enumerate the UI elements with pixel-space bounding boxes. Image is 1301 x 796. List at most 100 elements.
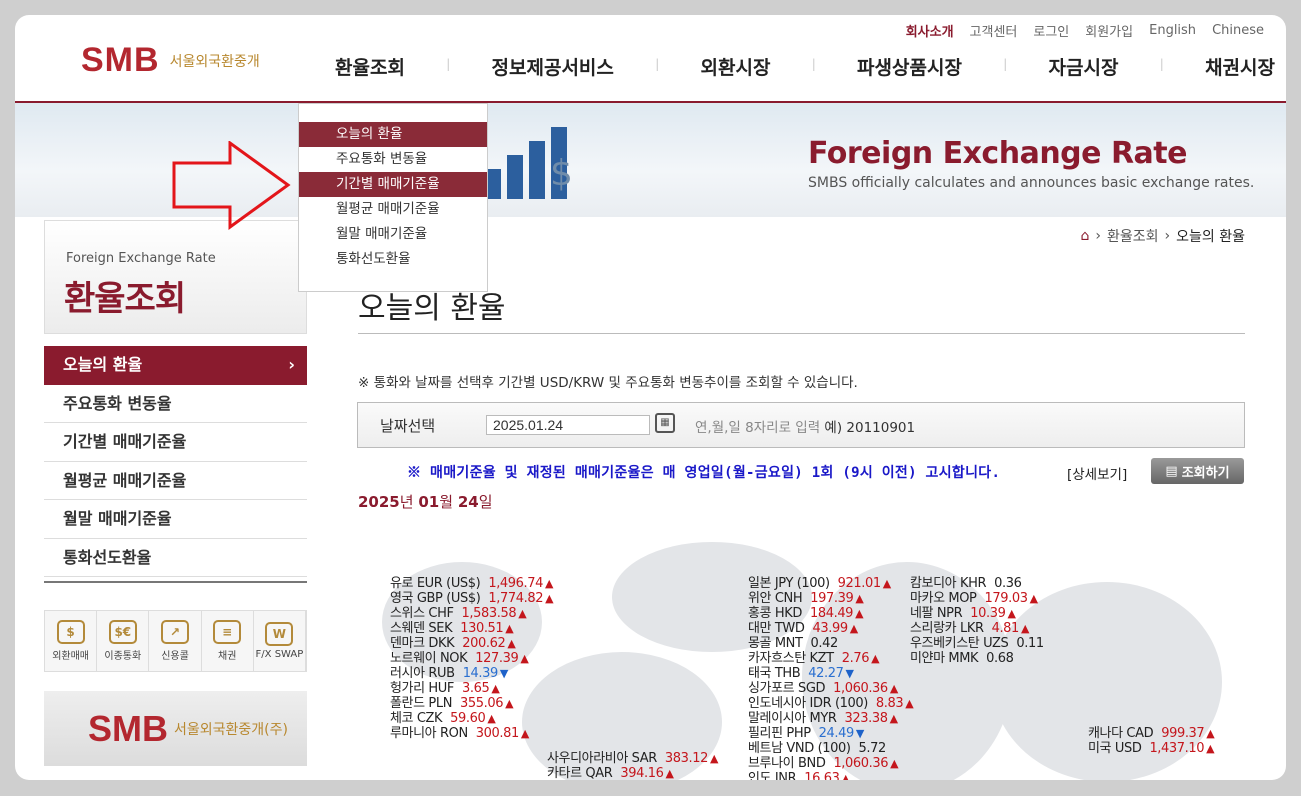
logo-mark: SMB <box>88 707 168 749</box>
detail-link[interactable]: [상세보기] <box>1067 463 1127 483</box>
sidebar-item-today-rate[interactable]: 오늘의 환율 › <box>44 346 307 385</box>
fx-trade-icon: $ <box>56 620 85 644</box>
quick-label: 이종통화 <box>104 651 142 662</box>
title-divider <box>358 333 1245 334</box>
rate-currency: 인도 INR <box>748 771 797 780</box>
dropdown-item-today-rate[interactable]: 오늘의 환율 <box>299 122 487 147</box>
triangle-up-icon: ▲ <box>1029 592 1038 605</box>
publication-rule: ※ 매매기준율 및 재정된 매매기준율은 매 영업일(월-금요일) 1회 (9시… <box>407 465 1001 481</box>
dollar-icon: $ <box>550 153 573 194</box>
util-english[interactable]: English <box>1149 23 1196 38</box>
cross-currency-icon: $€ <box>108 620 137 644</box>
util-customer-center[interactable]: 고객센터 <box>970 21 1018 40</box>
quick-fx-trade[interactable]: $ 외환매매 <box>45 611 98 671</box>
chart-icon: ↗ <box>161 620 189 644</box>
logo-subtitle: 서울외국환중개 <box>169 53 260 70</box>
global-nav: 환율조회 | 정보제공서비스 | 외환시장 | 파생상품시장 | 자금시장 | … <box>325 53 1285 80</box>
rate-item: 이스라엘 ILS401.62▼ <box>547 777 676 780</box>
dropdown-item-monthly-avg[interactable]: 월평균 매매기준율 <box>299 197 487 222</box>
dropdown-item-major-currency[interactable]: 주요통화 변동율 <box>299 147 487 172</box>
red-arrow-annotation <box>172 141 291 230</box>
calendar-icon[interactable]: ▦ <box>655 413 675 433</box>
sidebar-logo: SMB 서울외국환중개(주) <box>44 691 307 766</box>
sidebar-item-month-end[interactable]: 월말 매매기준율 <box>44 500 307 539</box>
breadcrumb-level1[interactable]: 환율조회 <box>1107 226 1159 246</box>
quick-fx-swap[interactable]: W F/X SWAP <box>254 611 307 671</box>
logo-mark: SMB <box>81 41 160 79</box>
triangle-up-icon: ▲ <box>841 772 850 780</box>
triangle-up-icon: ▲ <box>1206 742 1215 755</box>
dropdown-item-month-end[interactable]: 월말 매매기준율 <box>299 222 487 247</box>
rate-value: 0.11 <box>1016 636 1044 651</box>
sidebar-header-ko: 환율조회 <box>64 279 186 319</box>
rate-date-heading: 2025년 01월 24일 <box>358 493 493 511</box>
nav-derivatives-market[interactable]: 파생상품시장 <box>847 53 972 80</box>
exchange-rate-dropdown: 오늘의 환율 주요통화 변동율 기간별 매매기준율 월평균 매매기준율 월말 매… <box>298 103 488 292</box>
nav-bond-market[interactable]: 채권시장 <box>1195 53 1285 80</box>
triangle-up-icon: ▲ <box>505 697 514 710</box>
quick-cross-currency[interactable]: $€ 이종통화 <box>97 611 150 671</box>
quick-label: 외환매매 <box>52 651 89 662</box>
nav-separator: | <box>655 57 660 71</box>
chevron-right-icon: › <box>288 355 295 374</box>
sidebar-bottom-rule <box>44 581 307 583</box>
rate-value: 16.63 <box>804 771 840 780</box>
date-search-box: 날짜선택 ▦ 연,월,일 8자리로 입력 예) 20110901 <box>357 402 1245 448</box>
nav-fx-market[interactable]: 외환시장 <box>691 53 781 80</box>
date-input[interactable] <box>486 415 650 435</box>
world-rate-map: 유로 EUR (US$) 1,496.74 ▲ 영국 GBP (US$) 1,774.8… <box>372 522 1242 780</box>
rate-value: 0.68 <box>986 651 1014 666</box>
banner-title: Foreign Exchange Rate <box>808 136 1187 171</box>
dropdown-item-forward-rate[interactable]: 통화선도환율 <box>299 247 487 272</box>
won-icon: W <box>265 622 294 646</box>
util-company[interactable]: 회사소개 <box>906 21 954 40</box>
sidebar-item-label: 오늘의 환율 <box>63 355 143 374</box>
quick-label: 채권 <box>218 651 237 662</box>
sidebar-header: Foreign Exchange Rate 환율조회 <box>44 220 307 334</box>
dropdown-item-period-rate[interactable]: 기간별 매매기준율 <box>299 172 487 197</box>
home-icon[interactable]: ⌂ <box>1081 228 1090 244</box>
browser-viewport: 회사소개 고객센터 로그인 회원가입 English Chinese SMB 서… <box>15 15 1286 780</box>
quick-bond[interactable]: ≡ 채권 <box>202 611 254 671</box>
triangle-up-icon: ▲ <box>890 757 899 770</box>
quick-label: F/X SWAP <box>255 649 304 660</box>
quick-call-loan[interactable]: ↗ 신용콜 <box>149 611 202 671</box>
nav-money-market[interactable]: 자금시장 <box>1039 53 1129 80</box>
quick-links: $ 외환매매 $€ 이종통화 ↗ 신용콜 ≡ 채권 W F/X SWAP <box>44 610 307 672</box>
date-label: 날짜선택 <box>380 417 436 435</box>
nav-separator: | <box>1159 57 1164 71</box>
quick-label: 신용콜 <box>161 651 189 662</box>
triangle-up-icon: ▲ <box>518 607 527 620</box>
util-signup[interactable]: 회원가입 <box>1085 21 1133 40</box>
site-logo[interactable]: SMB 서울외국환중개 <box>81 41 260 80</box>
banner-subtitle: SMBS officially calculates and announces… <box>808 175 1255 191</box>
usage-notice: ※ 통화와 날짜를 선택후 기간별 USD/KRW 및 주요통화 변동추이를 조… <box>358 375 858 391</box>
triangle-up-icon: ▲ <box>871 652 880 665</box>
nav-separator: | <box>1003 57 1008 71</box>
document-icon: ▤ <box>1165 463 1178 479</box>
sidebar-item-monthly-avg[interactable]: 월평균 매매기준율 <box>44 462 307 500</box>
triangle-up-icon: ▲ <box>520 727 529 740</box>
query-button[interactable]: ▤ 조회하기 <box>1151 458 1244 484</box>
triangle-up-icon: ▲ <box>545 592 554 605</box>
sidebar-item-period-rate[interactable]: 기간별 매매기준율 <box>44 423 307 462</box>
query-button-label: 조회하기 <box>1181 465 1230 481</box>
utility-menu: 회사소개 고객센터 로그인 회원가입 English Chinese <box>906 15 1286 45</box>
rate-item: 루마니아 RON 300.81 ▲ <box>390 722 529 741</box>
chevron-right-icon: › <box>1095 228 1101 244</box>
triangle-up-icon: ▲ <box>849 622 858 635</box>
breadcrumb: ⌂ › 환율조회 › 오늘의 환율 <box>1081 226 1246 246</box>
document-icon: ≡ <box>213 620 242 644</box>
rate-item: 미국 USD 1,437.10 ▲ <box>1088 737 1215 756</box>
nav-info-service[interactable]: 정보제공서비스 <box>482 53 624 80</box>
triangle-up-icon: ▲ <box>889 712 898 725</box>
util-login[interactable]: 로그인 <box>1033 21 1069 40</box>
date-hint: 연,월,일 8자리로 입력 예) 20110901 <box>695 420 916 436</box>
rate-currency: 미얀마 MMK <box>910 651 979 666</box>
sidebar-item-major-currency[interactable]: 주요통화 변동율 <box>44 385 307 423</box>
sidebar-item-forward-rate[interactable]: 통화선도환율 <box>44 539 307 577</box>
rate-item: 인도 INR 16.63 ▲ <box>748 767 850 780</box>
triangle-down-icon: ▼ <box>499 667 508 680</box>
nav-exchange-rate[interactable]: 환율조회 <box>325 53 415 80</box>
util-chinese[interactable]: Chinese <box>1212 23 1264 38</box>
